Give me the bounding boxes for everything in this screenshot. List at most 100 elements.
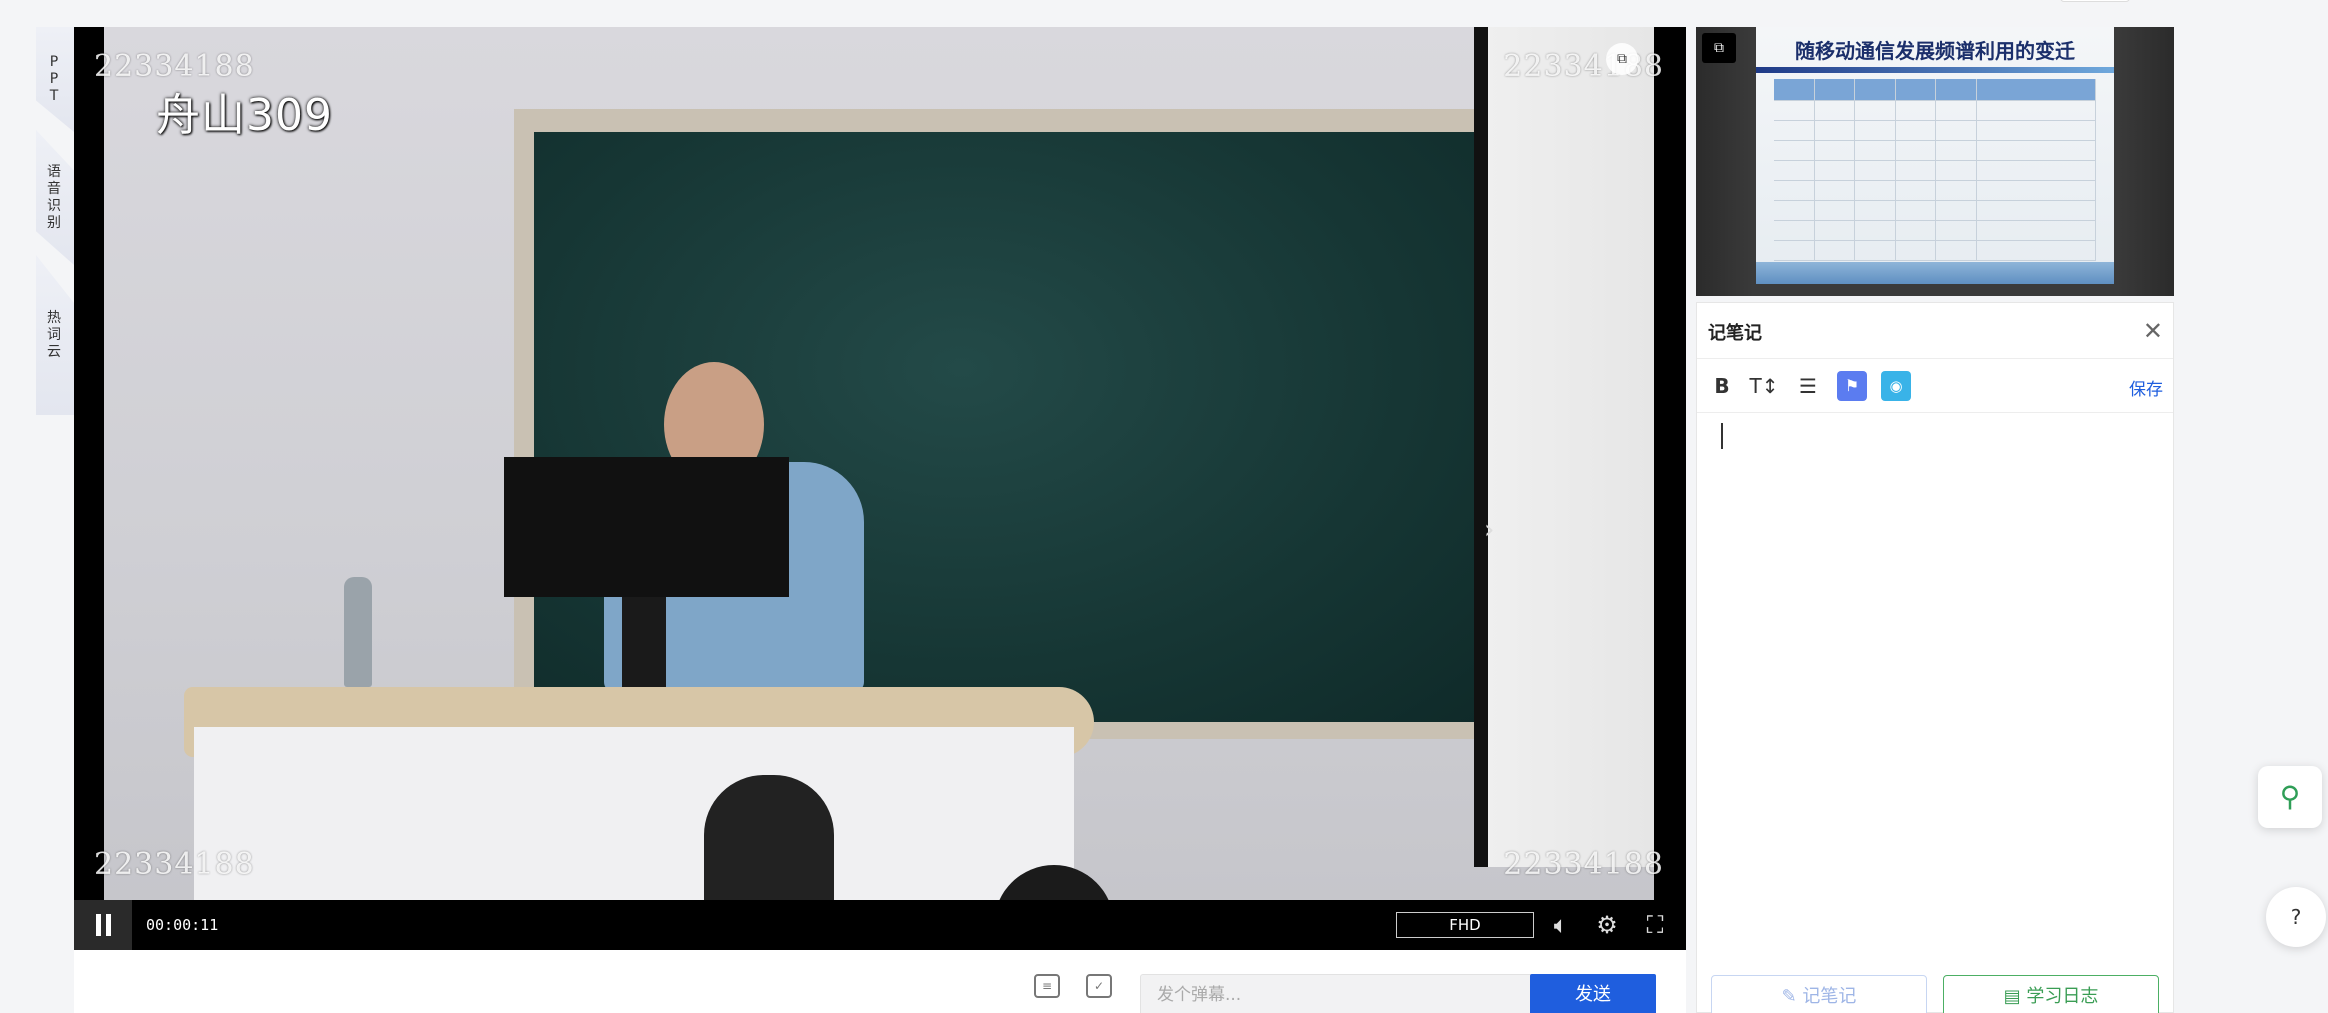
slide-cell [1977, 181, 2096, 200]
watermark: 22334188 [1503, 847, 1664, 882]
current-time: 00:00:11 [146, 916, 219, 934]
take-note-label: 记笔记 [1802, 986, 1857, 1007]
slide-title: 随移动通信发展频谱利用的变迁 [1795, 39, 2075, 63]
slide-cell [1936, 221, 1977, 240]
pause-button[interactable] [74, 900, 132, 950]
slide-cell [1855, 241, 1896, 260]
slide-cell [1774, 241, 1815, 260]
gear-icon[interactable]: ⚙ [1592, 910, 1622, 940]
pause-bar [95, 914, 101, 936]
tab-ppt[interactable]: P P T [36, 27, 74, 132]
camera-icon[interactable]: ◉ [1881, 371, 1911, 401]
tab-wordcloud-char: 热 [47, 309, 63, 326]
picture-in-picture-icon[interactable]: ⧉ [1606, 43, 1638, 75]
danmaku-toggle-icon[interactable]: ✓ [1086, 974, 1112, 998]
slide-cell [1855, 161, 1896, 180]
slide-cell [1936, 141, 1977, 160]
ppt-preview[interactable]: 随移动通信发展频谱利用的变迁 ⧉ [1696, 27, 2174, 296]
projector-screen [1474, 27, 1654, 867]
slide-cell [1896, 101, 1936, 120]
tab-word-cloud[interactable]: 热 词 云 [36, 255, 74, 415]
slide-cell [1977, 79, 2096, 100]
slide-cell [1936, 241, 1977, 260]
notes-editor[interactable] [1697, 413, 2173, 973]
assistant-icon[interactable]: ⚲ [2258, 766, 2322, 828]
list-icon[interactable]: ≡ [1034, 974, 1060, 998]
slide-cell [1896, 181, 1936, 200]
tab-speech-char: 音 [47, 180, 63, 197]
bold-icon[interactable]: B [1707, 371, 1737, 401]
slide-cell [1977, 241, 2096, 260]
bullet-list-icon[interactable]: ☰ [1793, 371, 1823, 401]
slide-cell [1815, 241, 1855, 260]
take-note-button[interactable]: ✎ 记笔记 [1711, 975, 1927, 1013]
slide-cell [1774, 79, 1815, 100]
slide-cell [1896, 241, 1936, 260]
slide-table-row [1774, 161, 2096, 181]
slide-table-row [1774, 241, 2096, 261]
notes-footer: ✎ 记笔记 ▤ 学习日志 [1697, 975, 2173, 1013]
tab-speech-char: 语 [47, 163, 63, 180]
thermos [344, 577, 372, 687]
watermark: 22334188 [1503, 49, 1664, 84]
video-frame [104, 27, 1654, 900]
slide-cell [1855, 141, 1896, 160]
slide-cell [1977, 141, 2096, 160]
slide-cell [1815, 141, 1855, 160]
volume-icon[interactable]: 🔈︎ [1546, 910, 1576, 940]
tab-speech-char: 别 [47, 214, 63, 231]
quality-selector[interactable]: FHD [1396, 912, 1534, 938]
slide-cell [1774, 221, 1815, 240]
chevron-right-icon[interactable]: › [1484, 515, 1494, 545]
slide-cell [1774, 181, 1815, 200]
tab-ppt-char: P [49, 71, 61, 87]
log-icon: ▤ [2003, 986, 2027, 1007]
close-icon[interactable]: ✕ [2143, 317, 2163, 345]
save-button[interactable]: 保存 [2129, 375, 2163, 400]
slide-cell [1936, 181, 1977, 200]
slide-cell [1936, 201, 1977, 220]
slide-cell [1815, 201, 1855, 220]
flag-icon[interactable]: ⚑ [1837, 371, 1867, 401]
slide-table-row [1774, 201, 2096, 221]
slide-cell [1855, 79, 1896, 100]
pause-bar [105, 914, 111, 936]
notes-panel: 记笔记 ✕ B T↕ ☰ ⚑ ◉ 保存 ✎ 记笔记 ▤ 学习日志 [1696, 302, 2174, 1013]
notes-header: 记笔记 ✕ [1697, 303, 2173, 359]
slide-table-row [1774, 141, 2096, 161]
danmaku-input[interactable]: 发个弹幕... [1140, 974, 1538, 1013]
switch-view-icon[interactable]: ⧉ [1702, 33, 1736, 63]
font-size-icon[interactable]: T↕ [1749, 371, 1779, 401]
student-head [704, 775, 834, 900]
slide-cell [1774, 201, 1815, 220]
video-player[interactable]: 22334188 22334188 22334188 22334188 舟山30… [74, 27, 1686, 950]
slide-cell [1855, 181, 1896, 200]
help-icon[interactable]: ? [2266, 887, 2326, 947]
fullscreen-icon[interactable]: ⛶ [1640, 910, 1670, 940]
lecture-page: P P T 语 音 识 别 热 词 云 22334188 22334188 22… [0, 0, 2328, 1013]
slide-cell [1896, 141, 1936, 160]
slide-cell [1774, 141, 1815, 160]
slide-cell [1896, 79, 1936, 100]
tab-speech-recognition[interactable]: 语 音 识 别 [36, 130, 74, 265]
slide-cell [1774, 101, 1815, 120]
study-log-label: 学习日志 [2026, 986, 2099, 1007]
notes-toolbar: B T↕ ☰ ⚑ ◉ 保存 [1697, 359, 2173, 413]
slide-cell [1774, 121, 1815, 140]
top-button-fragment[interactable] [2060, 0, 2130, 2]
slide-cell [1977, 201, 2096, 220]
send-button[interactable]: 发送 [1530, 974, 1656, 1013]
side-tabs: P P T 语 音 识 别 热 词 云 [36, 27, 74, 415]
slide-cell [1936, 101, 1977, 120]
tab-ppt-char: T [49, 88, 61, 104]
slide-cell [1774, 161, 1815, 180]
slide-table-row [1774, 79, 2096, 101]
slide-cell [1815, 221, 1855, 240]
monitor [504, 457, 789, 597]
slide-table-row [1774, 221, 2096, 241]
tab-wordcloud-char: 词 [47, 326, 63, 343]
slide-cell [1896, 221, 1936, 240]
slide-cell [1855, 101, 1896, 120]
study-log-button[interactable]: ▤ 学习日志 [1943, 975, 2159, 1013]
slide-table [1774, 79, 2096, 261]
